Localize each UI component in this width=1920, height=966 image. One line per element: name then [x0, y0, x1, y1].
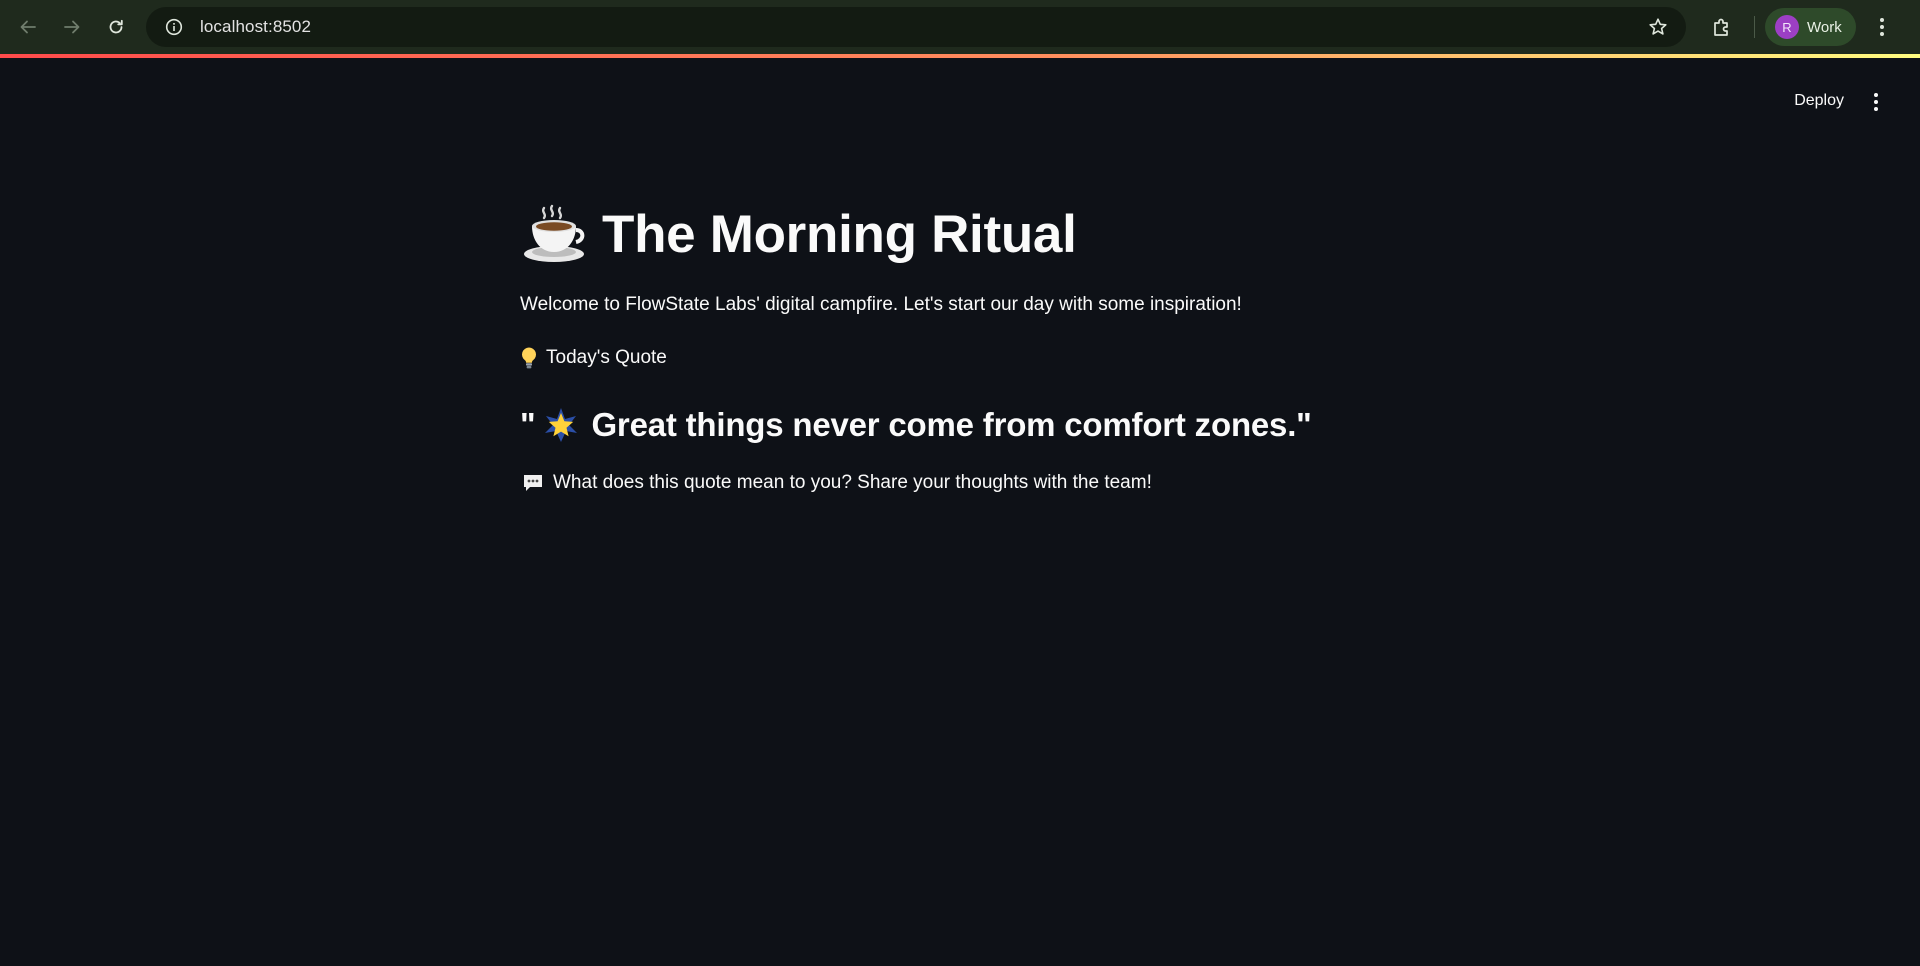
kebab-menu-icon — [1874, 93, 1878, 111]
reload-button[interactable] — [94, 5, 138, 49]
back-button[interactable] — [6, 5, 50, 49]
url-text[interactable]: localhost:8502 — [200, 17, 311, 37]
deploy-button[interactable]: Deploy — [1784, 88, 1854, 114]
intro-text: Welcome to FlowState Labs' digital campf… — [520, 294, 1242, 315]
avatar: R — [1775, 15, 1799, 39]
quote-label: Today's Quote — [520, 346, 1400, 370]
extensions-button[interactable] — [1704, 9, 1740, 45]
page-title-text: The Morning Ritual — [602, 204, 1077, 264]
daily-quote: " Great things never come from comfort z… — [520, 406, 1400, 444]
main-content: The Morning Ritual Welcome to FlowState … — [520, 196, 1400, 494]
bookmark-button[interactable] — [1644, 13, 1672, 41]
info-icon — [165, 18, 183, 36]
profile-button[interactable]: R Work — [1765, 8, 1856, 46]
forward-button[interactable] — [50, 5, 94, 49]
navigation-buttons — [6, 5, 138, 49]
quote-text: Great things never come from comfort zon… — [591, 406, 1312, 443]
address-bar[interactable]: localhost:8502 — [146, 7, 1686, 47]
site-info-button[interactable] — [160, 13, 188, 41]
browser-menu-button[interactable] — [1868, 9, 1896, 45]
arrow-left-icon — [20, 20, 36, 34]
discussion-prompt: What does this quote mean to you? Share … — [520, 472, 1400, 494]
kebab-menu-icon — [1879, 18, 1884, 36]
puzzle-icon — [1714, 18, 1728, 36]
glowing-star-icon — [543, 407, 579, 443]
speech-balloon-icon — [522, 473, 544, 493]
star-outline-icon — [1649, 18, 1667, 35]
browser-toolbar: localhost:8502 R Work — [0, 0, 1920, 54]
light-bulb-icon — [520, 346, 538, 370]
toolbar-divider — [1754, 16, 1755, 38]
profile-label: Work — [1807, 18, 1842, 36]
arrow-right-icon — [64, 20, 80, 34]
prompt-text: What does this quote mean to you? Share … — [553, 472, 1152, 493]
quote-open-mark: " — [520, 406, 536, 443]
quote-label-text: Today's Quote — [546, 347, 667, 368]
hot-beverage-icon — [520, 204, 588, 264]
page-title: The Morning Ritual — [520, 196, 1400, 272]
app-header: Deploy — [0, 58, 1920, 142]
app-main-menu-button[interactable] — [1866, 88, 1886, 116]
reload-icon — [109, 19, 123, 34]
